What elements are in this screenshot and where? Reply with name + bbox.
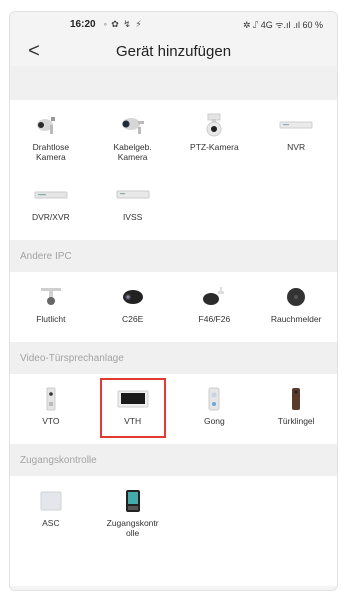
- device-label: Türklingel: [276, 416, 317, 426]
- device-tile[interactable]: Türklingel: [255, 374, 337, 444]
- device-tile[interactable]: Gong: [174, 374, 256, 444]
- device-label: ASC: [40, 518, 61, 528]
- device-label: Kabelgeb. Kamera: [111, 142, 153, 162]
- device-label-line: PTZ-Kamera: [190, 142, 239, 152]
- floodlight-icon: [30, 284, 72, 310]
- device-label: IVSS: [121, 212, 144, 222]
- device-tile[interactable]: Flutlicht: [10, 272, 92, 342]
- device-label: DVR/XVR: [30, 212, 72, 222]
- device-label-line: IVSS: [122, 212, 143, 222]
- page-title: Gerät hinzufügen: [115, 42, 232, 60]
- device-label: F46/F26: [197, 314, 233, 324]
- device-label-line: Drahtlose: [32, 142, 70, 152]
- asc-icon: [30, 488, 72, 514]
- device-label: PTZ-Kamera: [188, 142, 241, 152]
- device-label-line: Flutlicht: [36, 314, 66, 324]
- device-tile[interactable]: F46/F26: [174, 272, 256, 342]
- wired-camera-icon: [112, 112, 154, 138]
- phone-frame: 16:20 ◦ ✿ ↯ ⚡ ✲ ⑀ 4G ᯤ.ıl .ıl 60 % < Ger…: [9, 11, 338, 591]
- device-label-line: Türklingel: [277, 416, 315, 426]
- device-tile[interactable]: Rauchmelder: [255, 272, 337, 342]
- device-tile[interactable]: PTZ-Kamera: [174, 100, 256, 170]
- back-chevron-icon: <: [28, 39, 40, 62]
- device-label-line: Rauchmelder: [270, 314, 322, 324]
- nav-bar: < Gerät hinzufügen: [10, 36, 337, 66]
- top-spacer: [10, 66, 337, 100]
- device-tile[interactable]: VTO: [10, 374, 92, 444]
- device-label: Zugangskontr olle: [105, 518, 161, 538]
- device-grid: Flutlicht C26E F46/F26 Rauchmelder: [10, 272, 337, 342]
- device-tile[interactable]: IVSS: [92, 170, 174, 240]
- device-tile[interactable]: ASC: [10, 476, 92, 546]
- device-label-line: VTO: [42, 416, 60, 426]
- ivss-icon: [112, 182, 154, 208]
- device-label: VTH: [122, 416, 143, 426]
- vth-icon: [112, 386, 154, 412]
- device-label-line: Gong: [203, 416, 225, 426]
- device-label-line: C26E: [121, 314, 144, 324]
- section-header: Video-Türsprechanlage: [10, 342, 337, 374]
- device-label-line: VTH: [124, 416, 142, 426]
- device-tile[interactable]: Kabelgeb. Kamera: [92, 100, 174, 170]
- vto-icon: [30, 386, 72, 412]
- status-icons-right: ✲ ⑀ 4G ᯤ.ıl .ıl 60 %: [242, 19, 323, 30]
- device-grid: VTO VTH Gong Türklingel: [10, 374, 337, 444]
- device-label-line: Kamera: [117, 152, 148, 162]
- device-label-line: ASC: [42, 518, 60, 528]
- device-tile[interactable]: Zugangskontr olle: [92, 476, 174, 546]
- dvr-icon: [30, 182, 72, 208]
- device-tile[interactable]: VTH: [92, 374, 174, 444]
- access-control-icon: [112, 488, 154, 514]
- device-label: NVR: [285, 142, 307, 152]
- smoke-detector-icon: [275, 284, 317, 310]
- device-tile[interactable]: Drahtlose Kamera: [10, 100, 92, 170]
- device-tile[interactable]: NVR: [255, 100, 337, 170]
- f46-camera-icon: [193, 284, 235, 310]
- status-time: 16:20: [70, 18, 96, 30]
- status-icons-left: ◦ ✿ ↯ ⚡: [103, 18, 143, 29]
- device-label: Rauchmelder: [269, 314, 324, 324]
- c26e-camera-icon: [112, 284, 154, 310]
- status-bar: 16:20 ◦ ✿ ↯ ⚡ ✲ ⑀ 4G ᯤ.ıl .ıl 60 %: [10, 12, 337, 36]
- device-label-line: DVR/XVR: [31, 212, 70, 222]
- nvr-icon: [275, 112, 317, 138]
- grid-empty-cell: [255, 170, 337, 240]
- device-tile[interactable]: DVR/XVR: [10, 170, 92, 240]
- device-label: Drahtlose Kamera: [31, 142, 71, 162]
- section-header: Andere IPC: [10, 240, 337, 272]
- doorbell-icon: [275, 386, 317, 412]
- wireless-camera-icon: [30, 112, 72, 138]
- device-label-line: olle: [126, 528, 140, 538]
- device-label: Flutlicht: [34, 314, 67, 324]
- device-label-line: NVR: [287, 142, 306, 152]
- device-label-line: Zugangskontr: [106, 518, 159, 528]
- device-label-line: Kamera: [35, 152, 66, 162]
- device-label: C26E: [120, 314, 145, 324]
- grid-empty-cell: [255, 476, 337, 546]
- device-label: VTO: [40, 416, 61, 426]
- device-category-list: Drahtlose Kamera Kabelgeb. Kamera PTZ-Kamera…: [10, 100, 337, 586]
- ptz-camera-icon: [193, 112, 235, 138]
- device-label: Gong: [202, 416, 227, 426]
- chime-icon: [193, 386, 235, 412]
- device-tile[interactable]: C26E: [92, 272, 174, 342]
- back-button[interactable]: <: [22, 39, 46, 63]
- grid-empty-cell: [174, 170, 256, 240]
- device-grid: Drahtlose Kamera Kabelgeb. Kamera PTZ-Kamera…: [10, 100, 337, 240]
- grid-empty-cell: [174, 476, 256, 546]
- section-header: Zugangskontrolle: [10, 444, 337, 476]
- device-grid: ASC Zugangskontr olle: [10, 476, 337, 546]
- device-label-line: Kabelgeb.: [113, 142, 152, 152]
- bottom-fill: [10, 546, 337, 586]
- device-label-line: F46/F26: [198, 314, 231, 324]
